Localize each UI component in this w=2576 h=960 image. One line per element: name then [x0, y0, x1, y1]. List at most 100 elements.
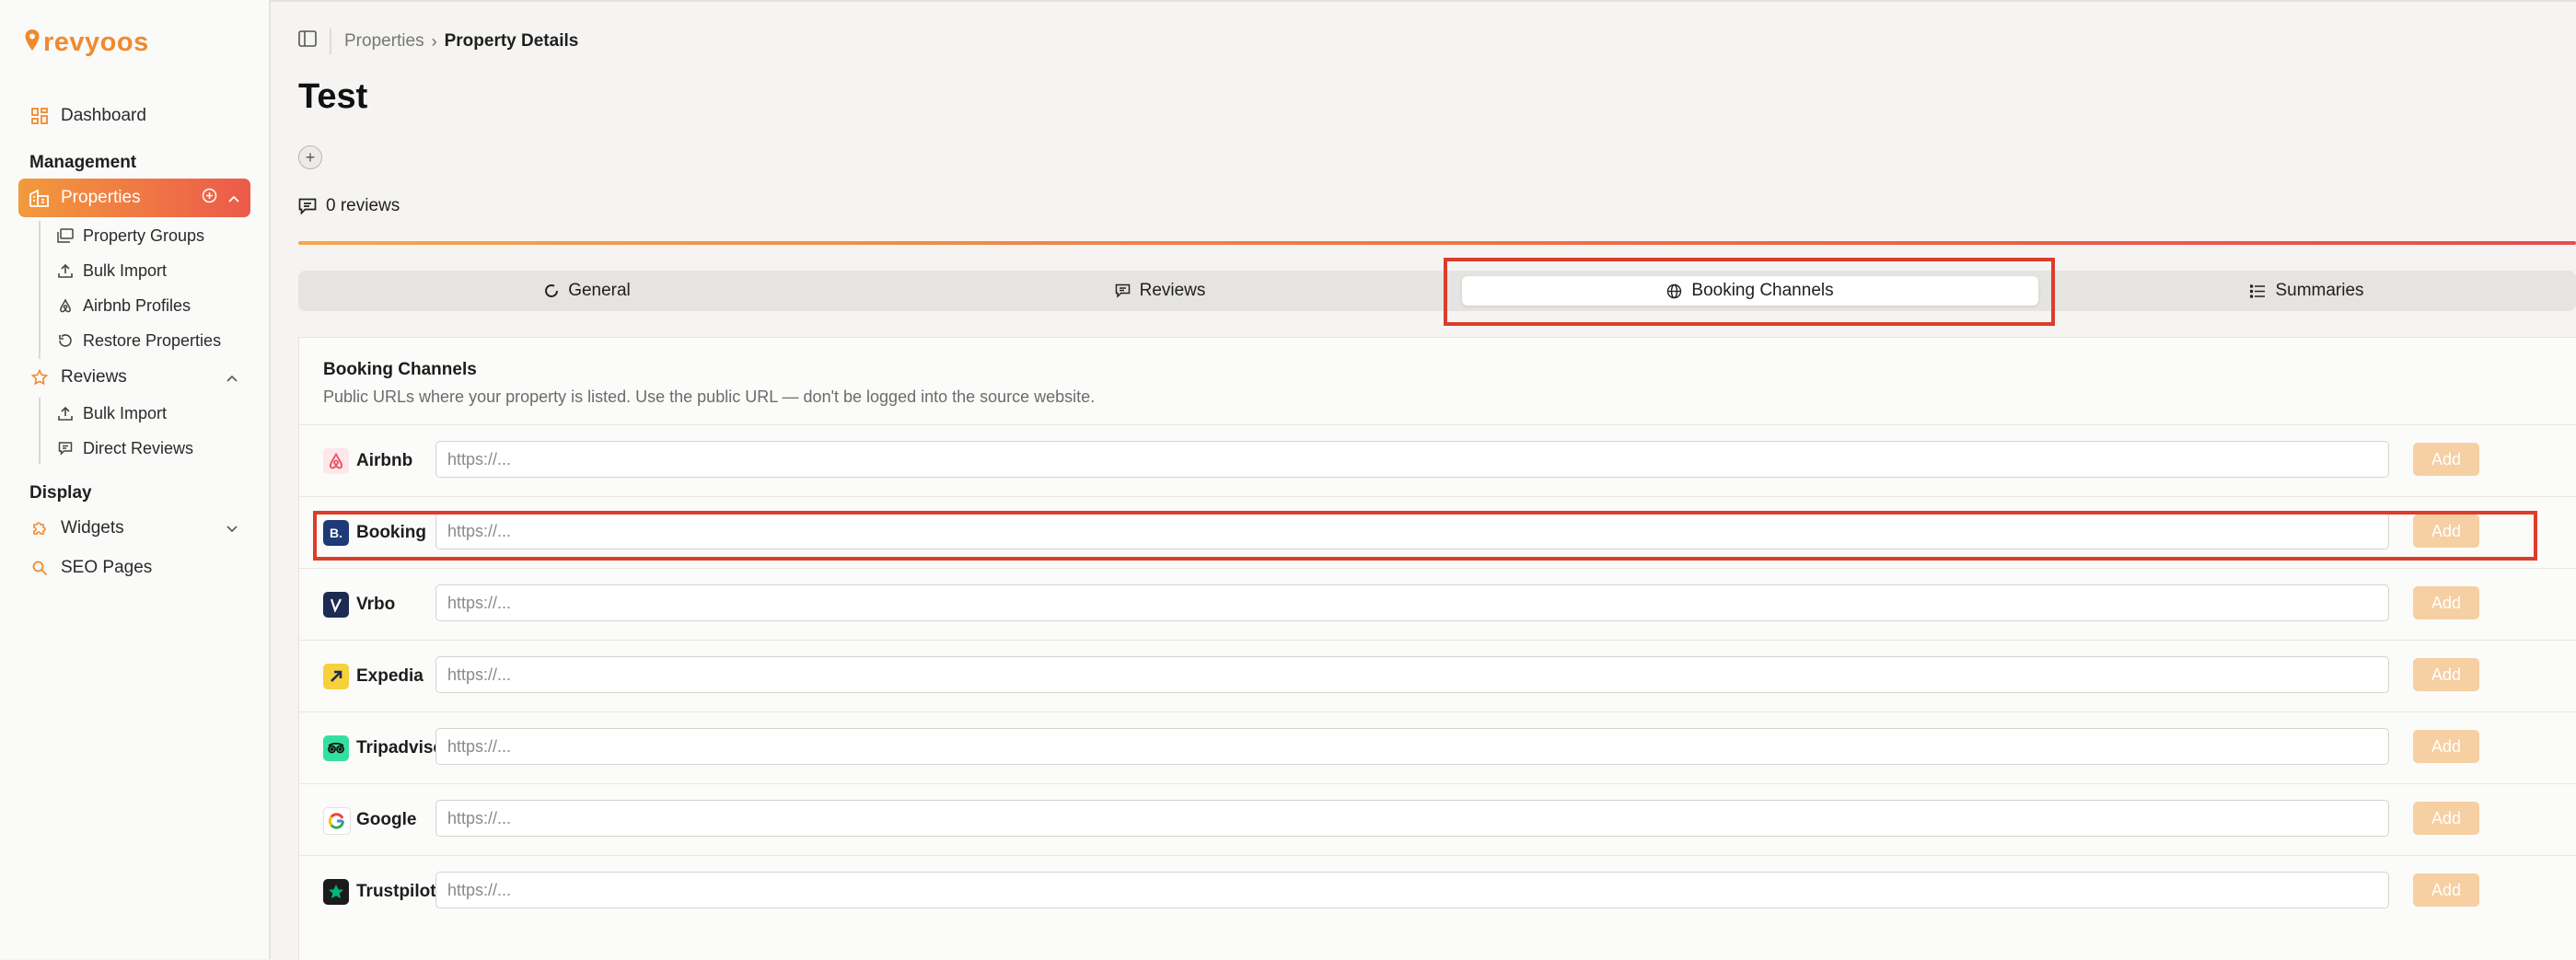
sidebar-item-label: Properties — [61, 188, 141, 207]
accent-divider — [298, 241, 2576, 245]
sidebar-item-label: Dashboard — [61, 106, 146, 125]
tab-list: General Reviews Booking Channels Summari… — [298, 271, 2576, 311]
message-square-icon — [298, 198, 317, 214]
list-icon — [2250, 283, 2266, 298]
sidebar-item-properties[interactable]: Properties — [18, 179, 250, 217]
divider — [330, 29, 331, 54]
channel-url-input-google[interactable] — [435, 800, 2389, 837]
sidebar-item-label: Airbnb Profiles — [83, 295, 191, 315]
loader-icon — [544, 283, 559, 298]
add-property-icon[interactable] — [202, 188, 217, 209]
sidebar-item-bulk-import[interactable]: Bulk Import — [55, 254, 167, 287]
sidebar-item-seo-pages[interactable]: SEO Pages — [18, 549, 250, 587]
channel-url-input-airbnb[interactable] — [435, 441, 2389, 478]
globe-icon — [1666, 283, 1682, 299]
sidebar-item-label: Bulk Import — [83, 403, 168, 422]
sidebar-item-reviews[interactable]: Reviews — [18, 358, 250, 397]
tree-line — [39, 221, 41, 359]
channel-name: Expedia — [356, 666, 424, 686]
reviews-count-label: 0 reviews — [326, 196, 400, 215]
message-square-icon — [55, 438, 75, 458]
channel-url-input-expedia[interactable] — [435, 656, 2389, 693]
logo-text: revyoos — [43, 27, 149, 57]
sidebar-item-label: Property Groups — [83, 226, 205, 245]
channel-url-input-booking[interactable] — [435, 513, 2389, 549]
svg-text:B.: B. — [330, 526, 342, 540]
tripadvisor-logo-icon — [323, 735, 349, 761]
channel-name: Booking — [356, 523, 426, 542]
chevron-up-icon[interactable] — [226, 367, 238, 387]
tab-label: General — [568, 281, 631, 300]
breadcrumb: Properties › Property Details — [298, 28, 578, 55]
breadcrumb-link-properties[interactable]: Properties — [344, 31, 424, 52]
tab-summaries[interactable]: Summaries — [2044, 276, 2570, 306]
channel-row-trustpilot: Trustpilot Add — [299, 855, 2576, 928]
channel-url-input-vrbo[interactable] — [435, 584, 2389, 621]
building-icon — [28, 186, 52, 210]
airbnb-logo-icon — [323, 448, 349, 474]
sidebar-item-dashboard[interactable]: Dashboard — [18, 97, 250, 135]
channel-name: Vrbo — [356, 595, 396, 614]
sidebar-item-property-groups[interactable]: Property Groups — [55, 219, 204, 252]
star-icon — [28, 365, 52, 389]
channel-row-vrbo: Vrbo Add — [299, 568, 2576, 641]
add-button-google[interactable]: Add — [2413, 802, 2479, 835]
card-description: Public URLs where your property is liste… — [323, 387, 1096, 406]
search-icon — [28, 556, 52, 580]
sidebar-item-label: Bulk Import — [83, 260, 168, 280]
sidebar-item-widgets[interactable]: Widgets — [18, 509, 250, 548]
airbnb-icon — [55, 295, 75, 316]
tab-label: Summaries — [2275, 281, 2364, 300]
puzzle-icon — [28, 516, 52, 540]
location-pin-icon — [24, 29, 41, 57]
dashboard-icon — [28, 104, 52, 128]
channel-row-tripadvisor: Tripadvisor Add — [299, 711, 2576, 784]
tab-general[interactable]: General — [304, 276, 871, 306]
trustpilot-logo-icon — [323, 879, 349, 905]
sidebar-item-label: Restore Properties — [83, 330, 222, 350]
add-tag-button[interactable]: + — [298, 145, 322, 169]
channel-url-input-trustpilot[interactable] — [435, 872, 2389, 908]
channel-row-booking: B. Booking Add — [299, 496, 2576, 569]
channel-name: Trustpilot — [356, 882, 436, 901]
tab-booking-channels[interactable]: Booking Channels — [1462, 276, 2038, 306]
section-label-display: Display — [29, 483, 92, 503]
add-button-tripadvisor[interactable]: Add — [2413, 730, 2479, 763]
chevron-down-icon[interactable] — [226, 518, 238, 538]
add-button-booking[interactable]: Add — [2413, 515, 2479, 548]
breadcrumb-current: Property Details — [444, 31, 579, 51]
sidebar: revyoos Dashboard Management Properties … — [0, 0, 271, 959]
sidebar-toggle-icon[interactable] — [298, 30, 317, 52]
page-title: Test — [298, 77, 368, 116]
add-button-expedia[interactable]: Add — [2413, 658, 2479, 691]
tab-label: Reviews — [1139, 281, 1206, 300]
folders-icon — [55, 226, 75, 246]
add-button-trustpilot[interactable]: Add — [2413, 873, 2479, 907]
main-content: Properties › Property Details Test + 0 r… — [271, 0, 2576, 960]
channel-row-google: Google Add — [299, 783, 2576, 856]
google-logo-icon — [323, 807, 351, 835]
upload-icon — [55, 403, 75, 423]
sidebar-item-restore-properties[interactable]: Restore Properties — [55, 324, 221, 357]
sidebar-item-airbnb-profiles[interactable]: Airbnb Profiles — [55, 289, 191, 322]
section-label-management: Management — [29, 153, 137, 172]
add-button-vrbo[interactable]: Add — [2413, 586, 2479, 619]
sidebar-item-direct-reviews[interactable]: Direct Reviews — [55, 432, 193, 465]
channel-name: Airbnb — [356, 451, 413, 470]
reviews-count: 0 reviews — [298, 193, 400, 219]
sidebar-item-label: Direct Reviews — [83, 438, 194, 457]
sidebar-item-label: SEO Pages — [61, 558, 153, 577]
channel-name: Google — [356, 810, 417, 829]
tab-reviews[interactable]: Reviews — [876, 276, 1444, 306]
booking-channels-card: Booking Channels Public URLs where your … — [298, 337, 2576, 960]
chevron-up-icon[interactable] — [228, 188, 239, 208]
sidebar-item-reviews-bulk-import[interactable]: Bulk Import — [55, 397, 167, 430]
tree-line — [39, 398, 41, 464]
brand-logo[interactable]: revyoos — [24, 26, 149, 59]
restore-icon — [55, 330, 75, 351]
card-title: Booking Channels — [323, 360, 477, 379]
add-button-airbnb[interactable]: Add — [2413, 443, 2479, 476]
channel-row-airbnb: Airbnb Add — [299, 424, 2576, 497]
channel-url-input-tripadvisor[interactable] — [435, 728, 2389, 765]
expedia-logo-icon — [323, 664, 349, 689]
